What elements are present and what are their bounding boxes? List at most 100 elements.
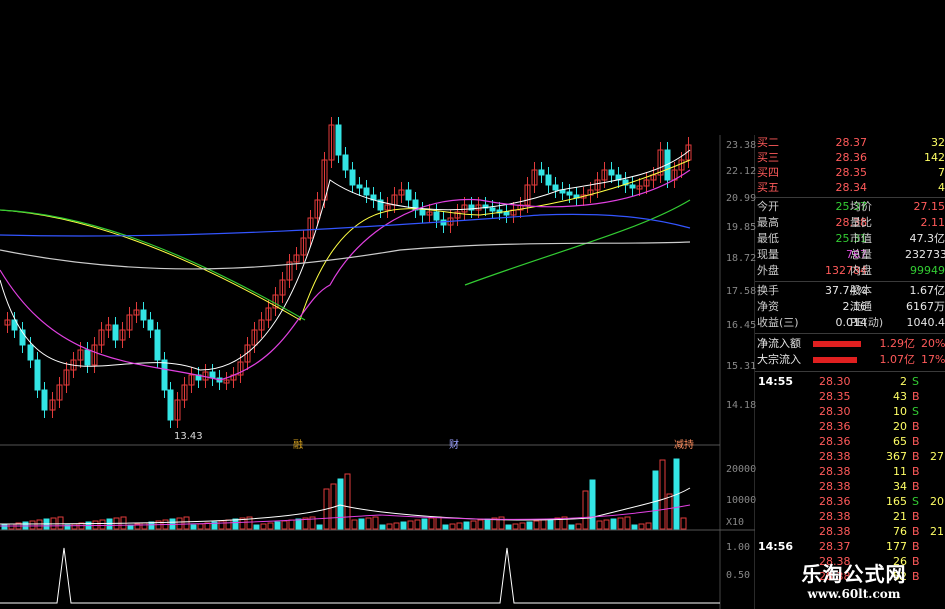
tick-row[interactable]: 28.38 21 B [755,509,945,524]
volume-bar [351,519,358,530]
tick-row[interactable]: 28.36 165 S 20 [755,494,945,509]
tick-side: B [912,450,920,463]
finance-event-marker[interactable]: 财 [447,436,461,451]
tick-row[interactable]: 28.38 76 B 21 [755,524,945,539]
volume-bar [631,524,638,530]
order-label: 买四 [757,166,779,179]
flow-bar [813,357,857,363]
volume-bar [141,522,148,530]
volume-bar [92,520,99,530]
tick-row[interactable]: 14:56 28.37 177 B [755,539,945,554]
volume-bar [57,516,64,530]
candle-body [608,169,615,176]
volume-bar [344,473,351,530]
kline-chart[interactable]: 23.38 22.12 20.99 19.85 18.72 17.58 16.4… [0,0,757,609]
ma10-line [0,159,691,321]
stat-row: 净资 2.16 流通 6167万 [755,299,945,315]
volume-bar [295,518,302,530]
tick-row[interactable]: 28.38 11 B [755,464,945,479]
order-price: 28.37 [835,136,868,149]
order-label: 买五 [757,181,779,194]
stat-value: 99949 [910,264,945,277]
volume-bar [197,523,204,530]
margin-event-marker[interactable]: 融 [291,436,305,451]
order-label: 买三 [757,151,779,164]
volume-bar [624,516,631,530]
tick-row[interactable]: 28.38 34 B [755,479,945,494]
volume-bar [596,520,603,530]
volume-bar [365,517,372,530]
volume-bar [449,523,456,530]
volume-bar [526,521,533,530]
candle-body [27,344,34,361]
order-book-row[interactable]: 买五 28.34 4 [755,180,945,196]
flow-value: 1.07亿 [879,353,916,366]
tick-row[interactable]: 28.36 20 B [755,419,945,434]
order-book-row[interactable]: 买三 28.36 142 [755,150,945,166]
tick-row[interactable]: 28.38 367 B 27 [755,449,945,464]
tick-row[interactable]: 28.36 65 B [755,434,945,449]
candle-body [552,184,559,191]
candle-body [440,219,447,226]
reduction-event-marker[interactable]: 减持 [672,436,696,451]
flow-pct: 17% [921,353,945,366]
tick-extra: 27 [930,450,944,463]
stat-row: 换手 37.74% 股本 1.67亿 [755,283,945,299]
candle-body [356,184,363,189]
tick-side: B [912,510,920,523]
divider [755,197,945,198]
watermark-url: www.60lt.com [807,587,901,601]
ma20-line [0,169,691,381]
candle-body [566,191,573,196]
candle-body [41,389,48,411]
stat-value: 27.15 [913,200,945,213]
tick-volume: 20 [893,420,907,433]
candlestick-svg [0,117,755,609]
volume-bar [281,520,288,530]
volume-bar [176,517,183,530]
volume-bar [638,523,645,530]
volume-bar [659,459,666,530]
volume-bar [603,519,610,530]
flow-value: 1.29亿 [879,337,916,350]
candle-body [419,209,426,216]
stat-value: 1040.4 [906,316,945,329]
indicator-axis-tick: 1.00 [726,542,751,553]
order-book-row[interactable]: 买四 28.35 7 [755,165,945,181]
flow-row: 净流入额 1.29亿 20% [755,336,945,352]
volume-bar [575,523,582,530]
tick-time: 14:55 [758,375,794,388]
tick-price: 28.35 [819,390,851,403]
stat-label: 量比 [850,216,872,229]
tick-price: 28.36 [819,435,851,448]
volume-bar [225,519,232,530]
stat-row: 外盘 132784 内盘 99949 [755,263,945,279]
volume-bar [540,519,547,530]
candle-body [112,324,119,341]
volume-bar [442,524,449,530]
tick-side: B [912,480,920,493]
stat-label: 今开 [757,200,779,213]
indicator-axis-tick: 0.50 [726,570,751,581]
stat-label: 现量 [757,248,779,261]
price-axis-tick: 19.85 [726,222,757,233]
order-label: 买二 [757,136,779,149]
tick-price: 28.38 [819,480,851,493]
tick-side: B [912,525,920,538]
volume-bar [337,478,344,530]
tick-side: S [912,495,919,508]
tick-side: S [912,405,919,418]
stat-label: 均价 [850,200,872,213]
volume-bar [421,518,428,530]
tick-row[interactable]: 28.35 43 B [755,389,945,404]
tick-volume: 367 [886,450,907,463]
tick-volume: 43 [893,390,907,403]
volume-bar [253,524,260,530]
stat-row: 最低 25.31 市值 47.3亿 [755,231,945,247]
order-book-row[interactable]: 买二 28.37 32 [755,135,945,151]
tick-price: 28.37 [819,540,851,553]
volume-bar [8,523,15,530]
price-axis-tick: 16.45 [726,320,757,331]
tick-row[interactable]: 28.30 10 S [755,404,945,419]
tick-row[interactable]: 14:55 28.30 2 S [755,374,945,389]
